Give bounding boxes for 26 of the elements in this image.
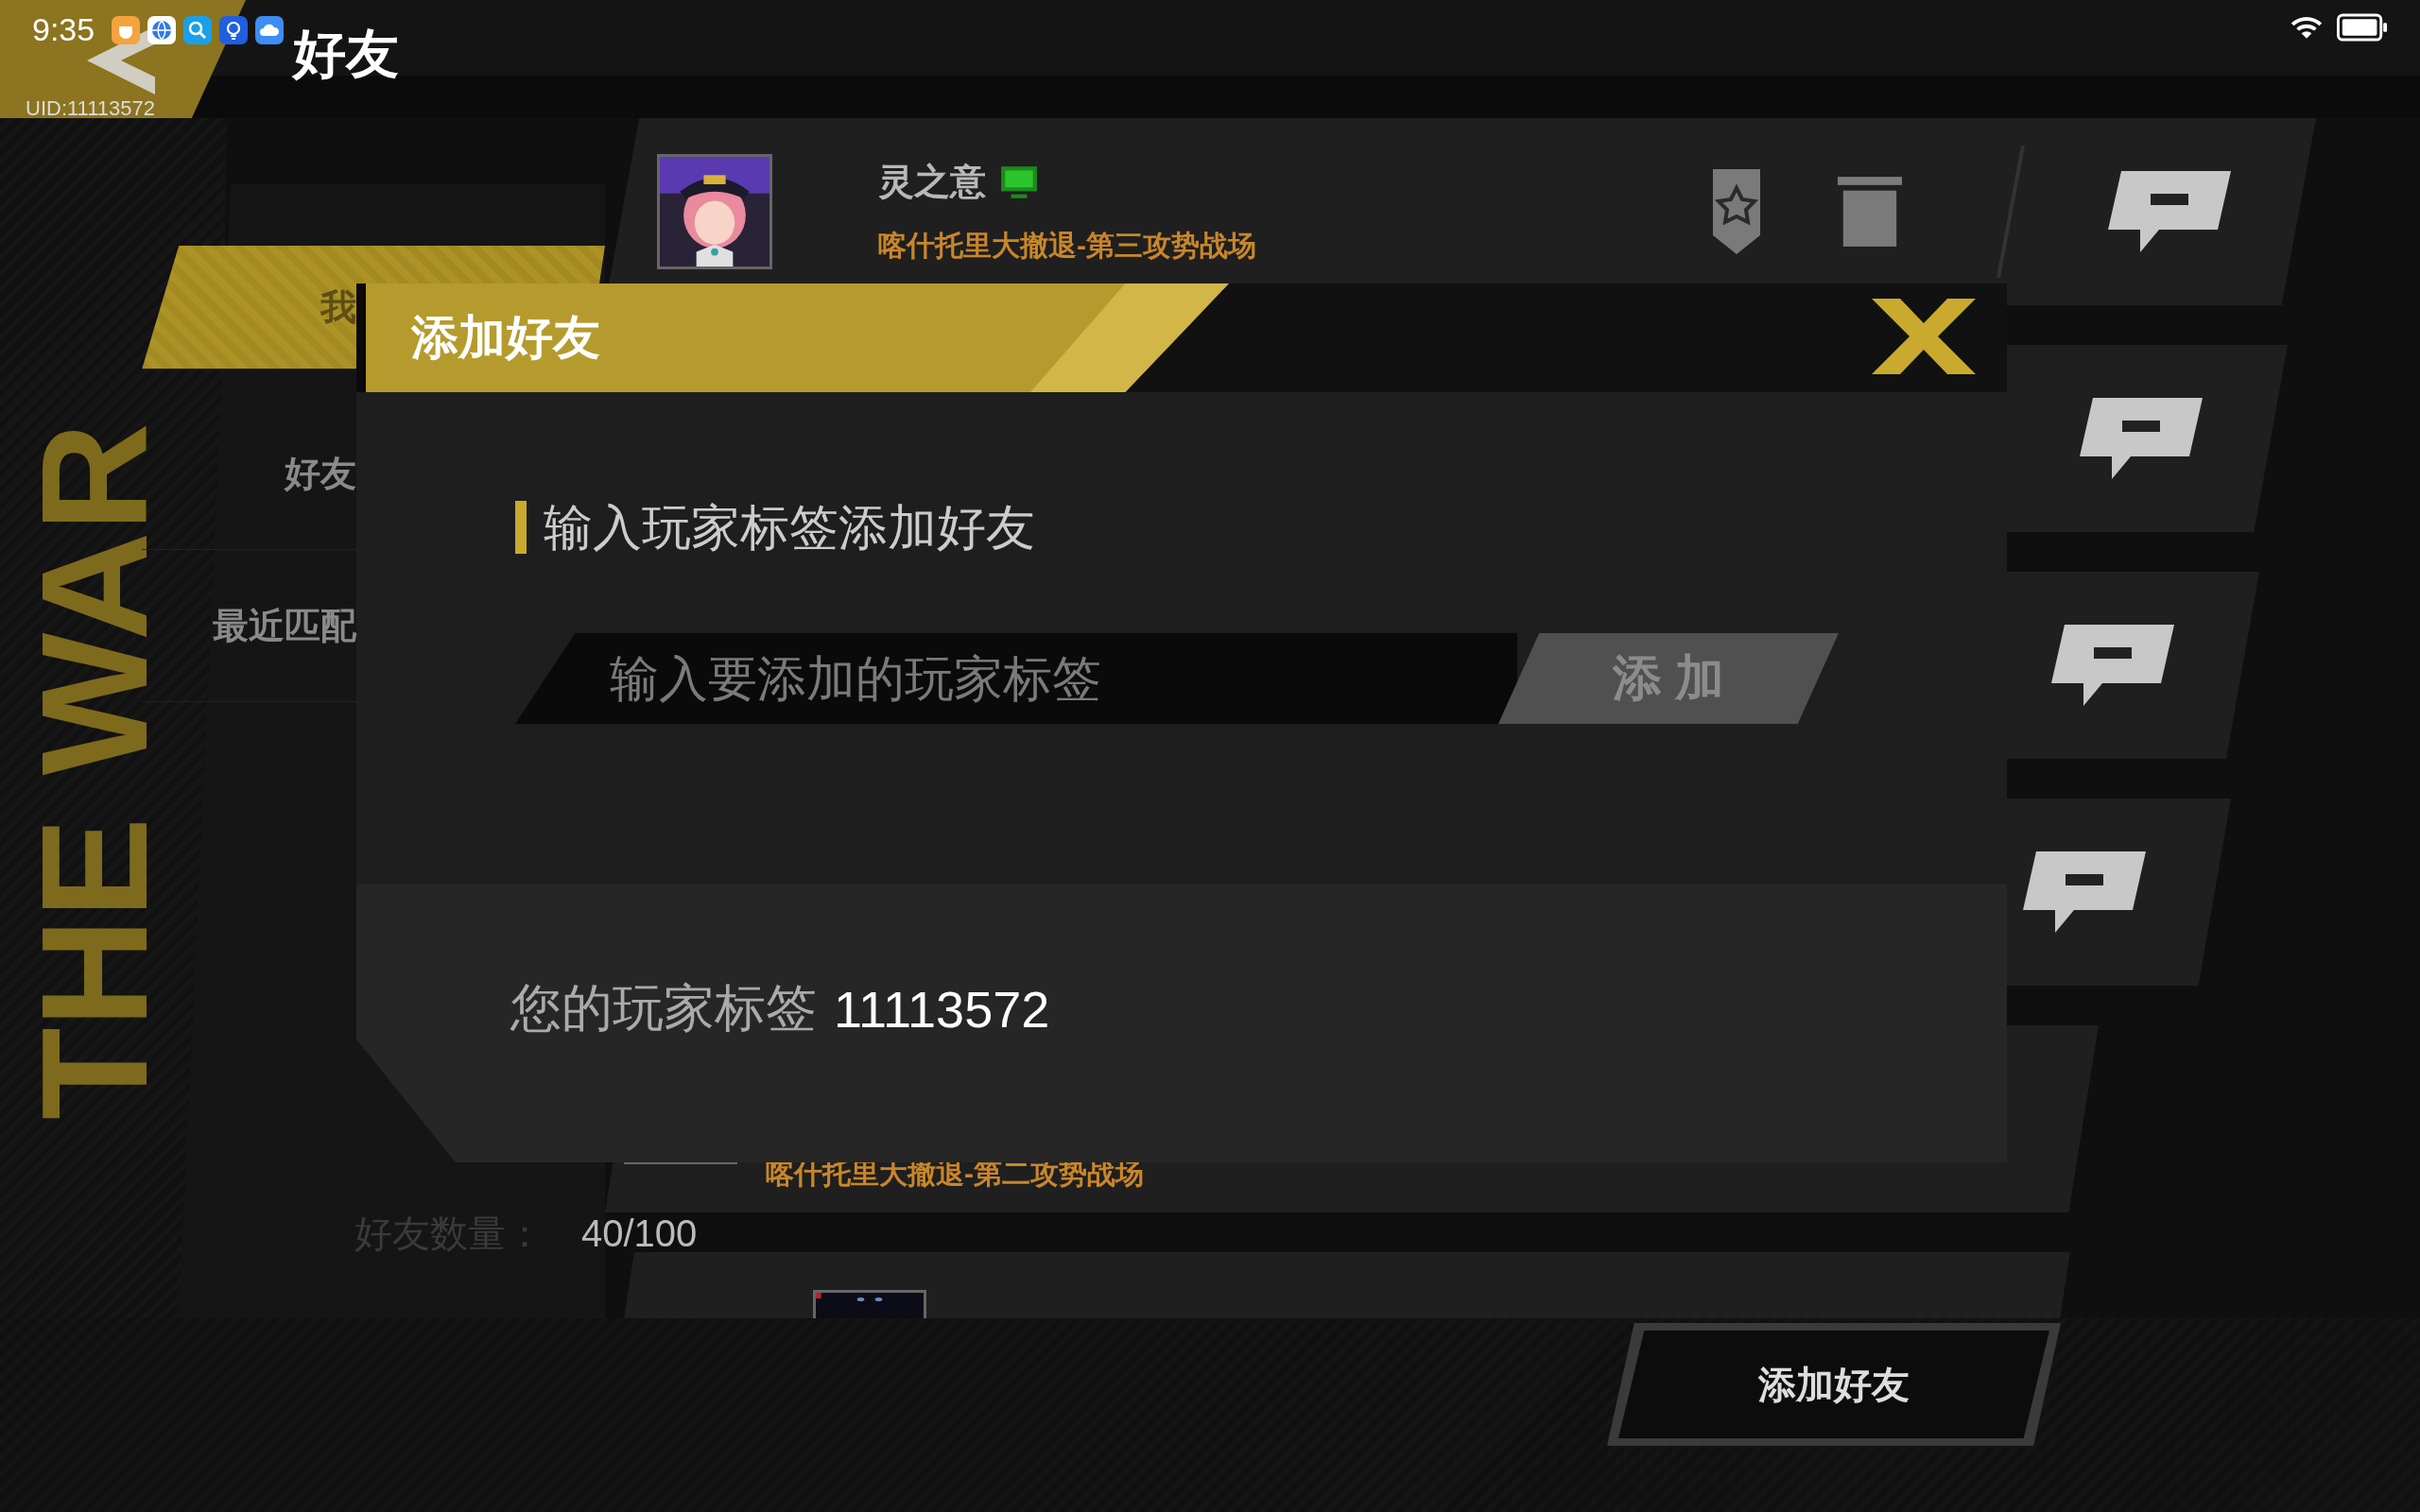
chat-icon[interactable] (2023, 851, 2146, 933)
search-icon (183, 15, 213, 44)
star-badge-icon[interactable] (1713, 169, 1760, 254)
page-title: 好友 (293, 23, 399, 85)
friend-name: 灵之意 (878, 161, 986, 203)
trash-icon[interactable] (1838, 176, 1902, 248)
banner-text: THE WAR (19, 422, 170, 1120)
lightbulb-icon (219, 15, 249, 44)
chat-icon[interactable] (2080, 398, 2203, 479)
cloud-icon (255, 15, 285, 44)
player-tag-label: 您的玩家标签 (510, 978, 817, 1038)
cup-icon (112, 15, 141, 44)
add-friend-button[interactable]: 添加好友 (1607, 1323, 2061, 1446)
clock: 9:35 (32, 11, 95, 48)
uid-label: UID:11113572 (26, 96, 155, 121)
friend-count-value: 40/100 (581, 1214, 698, 1252)
battery-icon (2337, 13, 2388, 42)
player-tag-value: 11113572 (834, 979, 1050, 1039)
section-heading: 输入玩家标签添加好友 (515, 501, 1035, 554)
dialog-title: 添加好友 (411, 310, 600, 366)
close-icon[interactable] (1872, 299, 1976, 374)
chat-icon[interactable] (2051, 625, 2174, 706)
globe-icon (147, 15, 177, 44)
friend-location: 喀什托里大撤退-第三攻势战场 (878, 229, 1256, 263)
player-tag-input[interactable]: 输入要添加的玩家标签 (515, 633, 1517, 724)
chat-icon[interactable] (2108, 171, 2231, 252)
